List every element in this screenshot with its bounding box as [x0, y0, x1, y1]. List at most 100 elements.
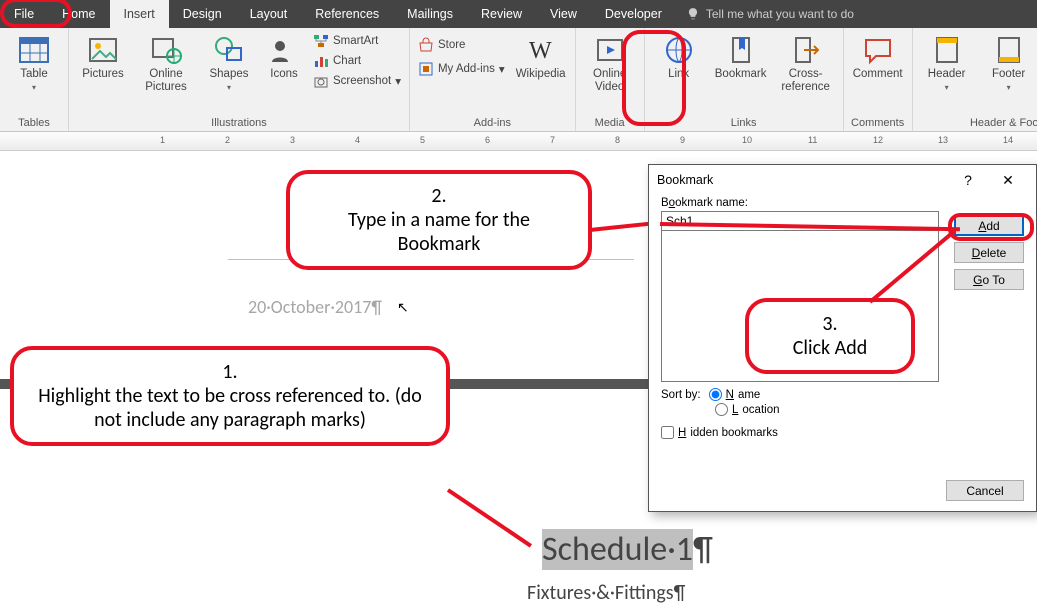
delete-button[interactable]: Delete [954, 242, 1024, 263]
group-illustrations: Pictures Online Pictures Shapes▾ Icons S… [69, 28, 410, 131]
dialog-titlebar: Bookmark ? ✕ [649, 165, 1036, 195]
ruler-tick: 4 [355, 135, 360, 145]
sort-name-radio[interactable]: Name [709, 388, 761, 401]
footer-button[interactable]: Footer▾ [981, 32, 1037, 92]
ruler-tick: 12 [873, 135, 883, 145]
group-comments: Comment Comments [844, 28, 913, 131]
header-button[interactable]: Header▾ [919, 32, 975, 92]
tab-bar: File Home Insert Design Layout Reference… [0, 0, 1037, 28]
smartart-button[interactable]: SmartArt [311, 32, 403, 50]
callout-2: 2. Type in a name for the Bookmark [286, 170, 592, 270]
icons-button[interactable]: Icons [263, 32, 305, 81]
shapes-button[interactable]: Shapes▾ [201, 32, 257, 92]
dialog-help-button[interactable]: ? [948, 172, 988, 188]
tab-home[interactable]: Home [48, 0, 109, 28]
group-title-headerfooter: Header & Footer [970, 115, 1037, 129]
tab-insert[interactable]: Insert [110, 0, 169, 28]
comment-button[interactable]: Comment [850, 32, 906, 81]
tab-file[interactable]: File [0, 0, 48, 28]
bookmark-name-label: Bookmark name: [661, 197, 1024, 209]
doc-date: 20·October·2017¶ [248, 296, 382, 318]
ruler-tick: 5 [420, 135, 425, 145]
sort-location-radio[interactable]: Location [715, 403, 780, 416]
video-icon [594, 34, 626, 66]
comment-icon [862, 34, 894, 66]
link-icon [663, 34, 695, 66]
highlighted-text: Schedule·1 [542, 529, 693, 570]
group-title-illustrations: Illustrations [211, 115, 267, 129]
chart-button[interactable]: Chart [311, 52, 403, 70]
group-title-tables: Tables [18, 115, 50, 129]
dialog-close-button[interactable]: ✕ [988, 172, 1028, 189]
group-title-media: Media [595, 115, 625, 129]
ruler-tick: 3 [290, 135, 295, 145]
tab-references[interactable]: References [301, 0, 393, 28]
group-title-comments: Comments [851, 115, 904, 129]
sort-by-label: Sort by: Name [661, 388, 1024, 401]
ruler-tick: 1 [160, 135, 165, 145]
tab-review[interactable]: Review [467, 0, 536, 28]
store-icon [418, 37, 434, 53]
group-links: Link Bookmark Cross- reference Links [645, 28, 844, 131]
bookmark-button[interactable]: Bookmark [713, 32, 769, 81]
wikipedia-button[interactable]: W Wikipedia [513, 32, 569, 81]
online-pictures-button[interactable]: Online Pictures [137, 32, 195, 94]
ruler-tick: 13 [938, 135, 948, 145]
goto-button[interactable]: Go To [954, 269, 1024, 290]
cancel-button[interactable]: Cancel [946, 480, 1024, 501]
icons-icon [268, 34, 300, 66]
group-title-links: Links [731, 115, 757, 129]
tab-design[interactable]: Design [169, 0, 236, 28]
ruler[interactable]: 1 2 3 4 5 6 7 8 9 10 11 12 13 14 [0, 132, 1037, 151]
table-button[interactable]: Table▾ [6, 32, 62, 92]
ruler-tick: 2 [225, 135, 230, 145]
store-button[interactable]: Store [416, 36, 507, 54]
tab-mailings[interactable]: Mailings [393, 0, 467, 28]
shapes-icon [213, 34, 245, 66]
pictures-button[interactable]: Pictures [75, 32, 131, 81]
group-tables: Table▾ Tables [0, 28, 69, 131]
ruler-tick: 9 [680, 135, 685, 145]
crossref-button[interactable]: Cross- reference [775, 32, 837, 94]
wikipedia-icon: W [525, 34, 557, 66]
tell-me[interactable]: Tell me what you want to do [676, 0, 864, 28]
screenshot-icon [313, 73, 329, 89]
screenshot-button[interactable]: Screenshot ▾ [311, 72, 403, 90]
lightbulb-icon [686, 7, 700, 21]
tell-me-text: Tell me what you want to do [706, 7, 854, 21]
add-button[interactable]: Add [954, 215, 1024, 236]
crossref-icon [790, 34, 822, 66]
tab-developer[interactable]: Developer [591, 0, 676, 28]
ruler-tick: 6 [485, 135, 490, 145]
chart-icon [313, 53, 329, 69]
pictures-icon [87, 34, 119, 66]
ruler-tick: 14 [1003, 135, 1013, 145]
callout-3: 3. Click Add [745, 298, 915, 374]
online-video-button[interactable]: Online Video [582, 32, 638, 94]
bookmark-icon [725, 34, 757, 66]
dialog-title: Bookmark [657, 173, 948, 187]
group-headerfooter: Header▾ Footer▾ # Page Number▾ Header & … [913, 28, 1037, 131]
ruler-tick: 10 [742, 135, 752, 145]
doc-fixtures: Fixtures·&·Fittings¶ [527, 581, 685, 605]
doc-schedule: Schedule·1¶ [538, 529, 717, 570]
tab-layout[interactable]: Layout [236, 0, 302, 28]
callout-1: 1. Highlight the text to be cross refere… [10, 346, 450, 446]
tab-view[interactable]: View [536, 0, 591, 28]
link-button[interactable]: Link [651, 32, 707, 81]
mouse-cursor-icon: ↖ [397, 299, 409, 316]
ruler-tick: 7 [550, 135, 555, 145]
group-title-addins: Add-ins [474, 115, 511, 129]
group-addins: Store My Add-ins ▾ W Wikipedia Add-ins [410, 28, 576, 131]
myaddins-button[interactable]: My Add-ins ▾ [416, 60, 507, 78]
svg-text:W: W [529, 38, 552, 64]
ruler-tick: 8 [615, 135, 620, 145]
ribbon: Table▾ Tables Pictures Online Pictures S… [0, 28, 1037, 132]
footer-icon [993, 34, 1025, 66]
smartart-icon [313, 33, 329, 49]
hidden-bookmarks-check[interactable]: Hidden bookmarks [661, 426, 778, 439]
addins-icon [418, 61, 434, 77]
group-media: Online Video Media [576, 28, 645, 131]
table-icon [18, 34, 50, 66]
header-icon [931, 34, 963, 66]
